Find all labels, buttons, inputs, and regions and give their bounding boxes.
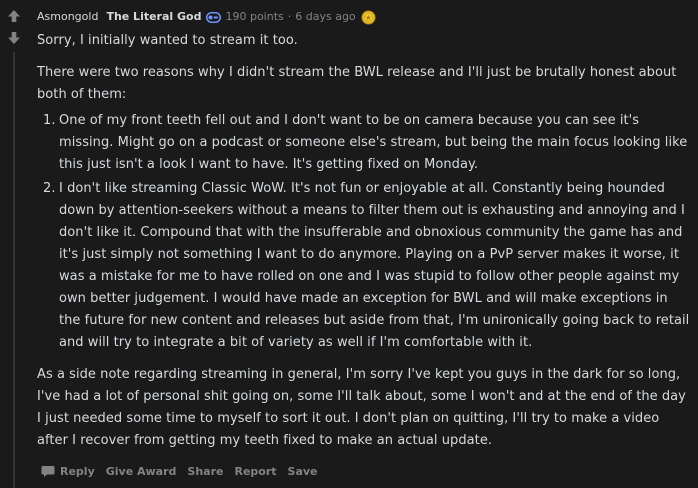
upvote-button[interactable] [5,7,23,25]
paragraph: Sorry, I initially wanted to stream it t… [37,33,298,48]
paragraph: As a side note regarding streaming in ge… [37,367,686,448]
reasons-list: 1. One of my front teeth fell out and I … [37,110,691,354]
paragraph: There were two reasons why I didn't stre… [37,65,677,102]
list-item: 1. One of my front teeth fell out and I … [37,110,691,176]
comment: Asmongold The Literal God 190 points · 6… [0,0,698,488]
comment-meta: Asmongold The Literal God 190 points · 6… [37,9,376,25]
list-item: 2. I don't like streaming Classic WoW. I… [37,178,691,354]
downvote-button[interactable] [5,29,23,47]
thread-line[interactable] [13,52,15,488]
comment-timestamp[interactable]: 6 days ago [295,9,355,25]
share-button[interactable]: Share [187,465,223,478]
list-number: 1. [43,113,56,128]
meta-separator: · [287,10,292,23]
reply-button[interactable]: Reply [41,465,95,478]
reply-label: Reply [60,464,95,478]
op-badge-icon [206,11,222,23]
comment-text: Sorry, I initially wanted to stream it t… [37,30,691,452]
author-link[interactable]: Asmongold [37,9,98,25]
user-flair: The Literal God [106,10,202,23]
comment-bubble-icon [41,465,55,477]
save-button[interactable]: Save [288,465,318,478]
arrow-up-icon [8,10,20,22]
list-item-text: I don't like streaming Classic WoW. It's… [59,181,690,350]
comment-actions: Reply Give Award Share Report Save [41,461,329,481]
comment-score: 190 points [225,10,284,23]
vote-column [0,0,28,488]
list-number: 2. [43,181,56,196]
list-item-text: One of my front teeth fell out and I don… [59,113,688,172]
gold-award-icon[interactable] [361,10,376,25]
arrow-down-icon [8,32,20,44]
give-award-button[interactable]: Give Award [106,465,177,478]
report-button[interactable]: Report [234,465,276,478]
